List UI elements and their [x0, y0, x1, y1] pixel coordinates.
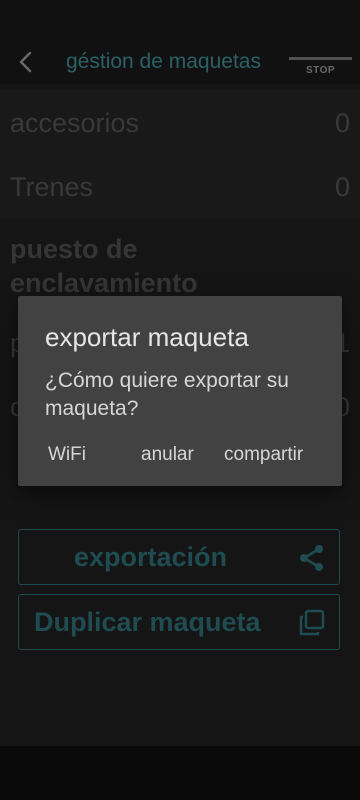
export-dialog: exportar maqueta ¿Cómo quiere exportar s… — [18, 296, 342, 486]
screen: géstion de maquetas STOP accesorios 0 Tr… — [0, 0, 360, 800]
cancel-button[interactable]: anular — [141, 444, 194, 466]
wifi-button[interactable]: WiFi — [48, 444, 86, 466]
dialog-title: exportar maqueta — [45, 322, 249, 352]
share-button[interactable]: compartir — [224, 444, 303, 466]
dialog-message: ¿Cómo quiere exportar su maqueta? — [45, 369, 289, 420]
